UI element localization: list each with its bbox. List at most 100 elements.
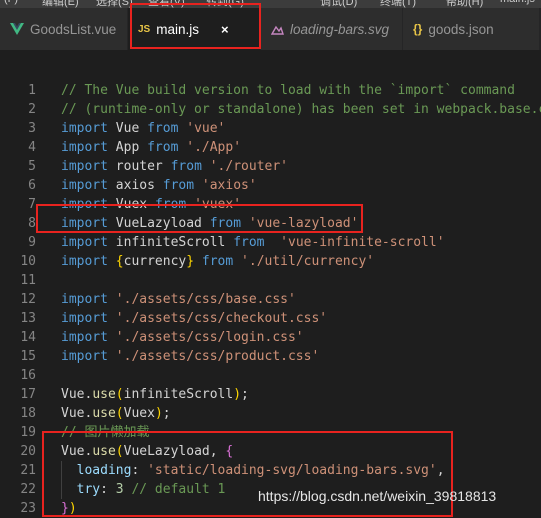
code-text: import './assets/css/product.css' [61,347,319,366]
line-number: 8 [28,216,36,231]
line-number: 7 [28,197,36,212]
code-line: 18 Vue.use(Vuex); [0,404,541,423]
tab-goodslist-vue[interactable]: GoodsList.vue [0,8,128,50]
code-token: Vue [61,387,85,402]
code-token: from [147,140,179,155]
code-line: 5 import router from './router' [0,157,541,176]
code-token: use [92,387,116,402]
line-number: 12 [20,292,36,307]
code-token: { [115,254,124,269]
json-icon: {} [413,22,423,36]
code-text: Vue.use(infiniteScroll); [61,385,249,404]
code-token: router [107,159,171,174]
code-token: ) [233,387,242,402]
menu-item[interactable]: 选择(S) [96,0,133,8]
menu-item[interactable]: 编辑(E) [42,0,79,8]
code-token: ( [115,387,124,402]
code-token: import [61,292,108,307]
line-number: 20 [20,444,36,459]
line-number: 2 [28,102,36,117]
menu-item[interactable]: (F) [4,0,18,5]
code-line: 4 import App from './App' [0,138,541,157]
code-token: Vue [107,121,148,136]
code-token: import [61,254,108,269]
menu-item[interactable]: main.js [500,0,535,5]
code-text: Vue.use(Vuex); [61,404,171,423]
code-text: import axios from 'axios' [61,176,257,195]
code-token: './assets/css/checkout.css' [115,311,328,326]
watermark-text: https://blog.csdn.net/weixin_39818813 [258,488,497,504]
line-number: 10 [20,254,36,269]
code-token: './App' [186,140,242,155]
tab-goods-json[interactable]: {} goods.json [403,8,540,50]
code-token: ; [162,406,171,421]
code-token: import [61,140,108,155]
code-line: 16 [0,366,541,385]
code-line: 12 import './assets/css/base.css' [0,290,541,309]
line-number: 23 [20,501,36,516]
menu-bar: (F)编辑(E)选择(S)查看(V)转到(G)调试(D)终端(T)帮助(H)ma… [0,0,541,8]
code-token: axios [107,178,163,193]
code-text: import Vue from 'vue' [61,119,225,138]
menu-item[interactable]: 调试(D) [320,0,357,8]
code-token: 'vue-infinite-scroll' [280,235,445,250]
code-line: 15 import './assets/css/product.css' [0,347,541,366]
line-number: 22 [20,482,36,497]
line-number: 5 [28,159,36,174]
highlight-box-import-lazyload [36,204,363,233]
code-text: import router from './router' [61,157,288,176]
code-line: 14 import './assets/css/login.css' [0,328,541,347]
code-token: // The Vue build version to load with th… [61,83,515,98]
code-token: from [147,121,179,136]
code-text: import {currency} from './util/currency' [61,252,374,271]
code-token: currency [123,254,187,269]
line-number: 13 [20,311,36,326]
code-line: 3 import Vue from 'vue' [0,119,541,138]
code-token: import [61,235,108,250]
code-token: './assets/css/product.css' [115,349,320,364]
code-token: import [61,159,108,174]
code-line: 1 // The Vue build version to load with t… [0,81,541,100]
highlight-box-tab [130,3,261,49]
code-token: import [61,178,108,193]
code-token: Vuex [123,406,155,421]
code-token: from [170,159,202,174]
code-text: import infiniteScroll from 'vue-infinite… [61,233,445,252]
code-line: 13 import './assets/css/checkout.css' [0,309,541,328]
line-number: 3 [28,121,36,136]
code-line: 9 import infiniteScroll from 'vue-infinit… [0,233,541,252]
line-number: 9 [28,235,36,250]
line-number: 17 [20,387,36,402]
tab-label: goods.json [428,21,494,37]
code-token: infiniteScroll [123,387,234,402]
code-token: ) [154,406,163,421]
code-token: 'axios' [201,178,257,193]
code-token: import [61,330,108,345]
tab-loading-bars-svg[interactable]: loading-bars.svg [261,8,403,50]
code-token: './util/currency' [241,254,375,269]
code-token: infiniteScroll [107,235,234,250]
code-text: // The Vue build version to load with th… [61,81,515,100]
code-token: ( [115,406,124,421]
menu-item[interactable]: 帮助(H) [446,0,483,8]
code-token: ; [241,387,249,402]
line-number: 14 [20,330,36,345]
code-token: import [61,349,108,364]
code-line: 2 // (runtime-only or standalone) has bee… [0,100,541,119]
code-text: import './assets/css/checkout.css' [61,309,327,328]
code-line: 11 [0,271,541,290]
menu-item[interactable]: 终端(T) [380,0,416,8]
line-number: 19 [20,425,36,440]
code-token: } [186,254,195,269]
line-number: 15 [20,349,36,364]
line-number: 6 [28,178,36,193]
line-number: 4 [28,140,36,155]
